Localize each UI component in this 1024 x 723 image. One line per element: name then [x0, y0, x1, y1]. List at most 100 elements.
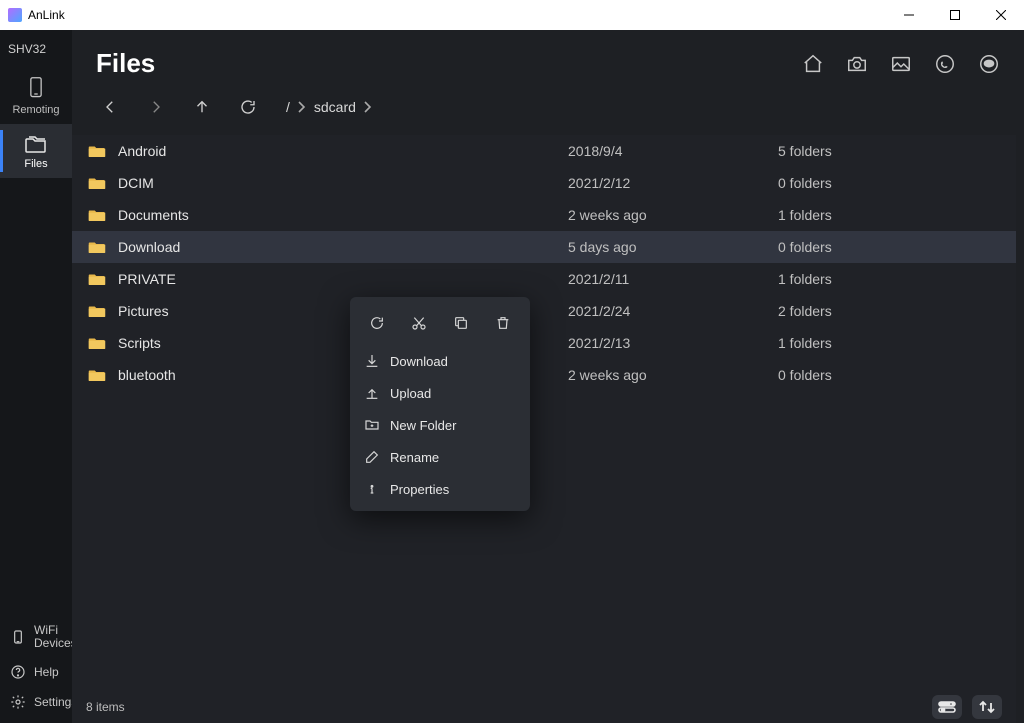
- folder-icon: [88, 208, 106, 222]
- folder-icon: [88, 304, 106, 318]
- file-date: 2021/2/11: [568, 271, 778, 287]
- minimize-button[interactable]: [886, 0, 932, 30]
- info-icon: [364, 481, 380, 497]
- file-name: Scripts: [118, 335, 161, 351]
- file-folder-count: 1 folders: [778, 207, 832, 223]
- file-row[interactable]: Android 2018/9/45 folders: [72, 135, 1016, 167]
- context-delete-button[interactable]: [488, 309, 518, 337]
- toolbar: / sdcard: [72, 87, 1024, 135]
- sidebar-settings[interactable]: Settings: [0, 687, 72, 717]
- file-folder-count: 1 folders: [778, 271, 832, 287]
- window-title: AnLink: [28, 8, 65, 22]
- context-properties[interactable]: Properties: [350, 473, 530, 505]
- context-refresh-button[interactable]: [362, 309, 392, 337]
- device-name: SHV32: [0, 36, 72, 66]
- phone-icon: [26, 76, 46, 100]
- folder-icon: [88, 272, 106, 286]
- file-folder-count: 0 folders: [778, 175, 832, 191]
- sidebar-bottom-label: Help: [34, 665, 59, 679]
- file-row[interactable]: bluetooth 2 weeks ago0 folders: [72, 359, 1016, 391]
- file-row[interactable]: DCIM 2021/2/120 folders: [72, 167, 1016, 199]
- file-name: Pictures: [118, 303, 169, 319]
- sidebar-item-files[interactable]: Files: [0, 124, 72, 178]
- home-icon[interactable]: [802, 53, 824, 75]
- refresh-button[interactable]: [234, 93, 262, 121]
- forward-button[interactable]: [142, 93, 170, 121]
- sidebar-wifi-devices[interactable]: WiFiDevices: [0, 617, 72, 657]
- file-folder-count: 0 folders: [778, 367, 832, 383]
- file-row[interactable]: Pictures 2021/2/242 folders: [72, 295, 1016, 327]
- up-button[interactable]: [188, 93, 216, 121]
- page-title: Files: [96, 48, 155, 79]
- status-item-count: 8 items: [86, 700, 125, 714]
- file-row[interactable]: Scripts 2021/2/131 folders: [72, 327, 1016, 359]
- back-button[interactable]: [96, 93, 124, 121]
- file-date: 2021/2/12: [568, 175, 778, 191]
- file-name: DCIM: [118, 175, 154, 191]
- file-folder-count: 5 folders: [778, 143, 832, 159]
- app-icon: [8, 8, 22, 22]
- context-menu-label: Download: [390, 354, 448, 369]
- window-controls: [886, 0, 1024, 30]
- maximize-button[interactable]: [932, 0, 978, 30]
- file-panel: Android2018/9/45 foldersDCIM2021/2/120 f…: [72, 135, 1016, 723]
- toggle-view-button[interactable]: [932, 695, 962, 719]
- download-icon: [364, 353, 380, 369]
- context-upload[interactable]: Upload: [350, 377, 530, 409]
- context-copy-button[interactable]: [446, 309, 476, 337]
- statusbar: 8 items: [72, 691, 1016, 723]
- file-folder-count: 0 folders: [778, 239, 832, 255]
- folder-icon: [88, 144, 106, 158]
- new-folder-icon: [364, 417, 380, 433]
- breadcrumb: / sdcard: [286, 99, 372, 115]
- file-list: Android2018/9/45 foldersDCIM2021/2/120 f…: [72, 135, 1016, 691]
- context-menu: Download Upload New Folder Rename: [350, 297, 530, 511]
- context-rename[interactable]: Rename: [350, 441, 530, 473]
- context-new-folder[interactable]: New Folder: [350, 409, 530, 441]
- folder-icon: [88, 368, 106, 382]
- file-name: Download: [118, 239, 180, 255]
- whatsapp-icon[interactable]: [934, 53, 956, 75]
- context-menu-label: Upload: [390, 386, 431, 401]
- upload-icon: [364, 385, 380, 401]
- context-menu-label: New Folder: [390, 418, 456, 433]
- file-folder-count: 2 folders: [778, 303, 832, 319]
- file-date: 2021/2/13: [568, 335, 778, 351]
- help-icon: [10, 664, 26, 680]
- file-folder-count: 1 folders: [778, 335, 832, 351]
- file-date: 2 weeks ago: [568, 367, 778, 383]
- line-icon[interactable]: [978, 53, 1000, 75]
- sidebar-item-remoting[interactable]: Remoting: [0, 66, 72, 124]
- image-icon[interactable]: [890, 53, 912, 75]
- context-menu-label: Rename: [390, 450, 439, 465]
- sidebar-bottom-label: Settings: [34, 695, 77, 709]
- file-row[interactable]: Download 5 days ago0 folders: [72, 231, 1016, 263]
- chevron-right-icon: [362, 101, 372, 113]
- gear-icon: [10, 694, 26, 710]
- camera-icon[interactable]: [846, 53, 868, 75]
- breadcrumb-root[interactable]: /: [286, 99, 306, 115]
- context-download[interactable]: Download: [350, 345, 530, 377]
- titlebar: AnLink: [0, 0, 1024, 30]
- sidebar-item-label: Files: [24, 158, 47, 170]
- file-name: Android: [118, 143, 166, 159]
- chevron-right-icon: [296, 101, 306, 113]
- wifi-icon: [10, 629, 26, 645]
- breadcrumb-segment[interactable]: sdcard: [314, 99, 372, 115]
- transfer-button[interactable]: [972, 695, 1002, 719]
- file-row[interactable]: PRIVATE2021/2/111 folders: [72, 263, 1016, 295]
- context-menu-label: Properties: [390, 482, 449, 497]
- file-row[interactable]: Documents2 weeks ago1 folders: [72, 199, 1016, 231]
- sidebar-help[interactable]: Help: [0, 657, 72, 687]
- file-date: 2018/9/4: [568, 143, 778, 159]
- context-cut-button[interactable]: [404, 309, 434, 337]
- sidebar-item-label: Remoting: [12, 104, 59, 116]
- file-date: 2 weeks ago: [568, 207, 778, 223]
- file-name: bluetooth: [118, 367, 176, 383]
- close-button[interactable]: [978, 0, 1024, 30]
- rename-icon: [364, 449, 380, 465]
- file-date: 5 days ago: [568, 239, 778, 255]
- files-icon: [24, 134, 48, 154]
- sidebar-bottom-label: WiFiDevices: [34, 624, 77, 650]
- file-date: 2021/2/24: [568, 303, 778, 319]
